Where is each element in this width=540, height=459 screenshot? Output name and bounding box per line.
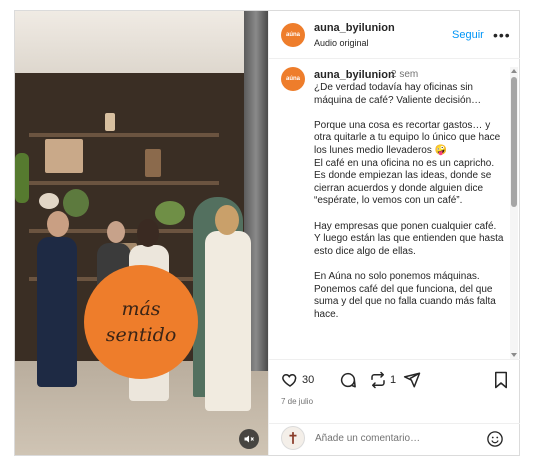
save-button[interactable] — [493, 371, 509, 389]
comment-bubble-icon — [340, 372, 356, 388]
like-button[interactable]: 30 — [281, 371, 314, 389]
shelf — [29, 133, 219, 137]
viewer-avatar — [281, 426, 305, 450]
overlay-text-line1: más — [121, 298, 161, 320]
repost-button[interactable]: 1 — [369, 371, 396, 389]
shelf-plant — [155, 201, 185, 225]
avatar-logo-text: aúna — [285, 32, 300, 38]
scroll-down-arrow[interactable] — [511, 353, 517, 357]
shelf-artwork — [45, 139, 83, 173]
person-woman-right-head — [215, 205, 239, 235]
shelf — [29, 181, 219, 185]
profile-avatar[interactable]: aúna — [281, 23, 305, 47]
shelf-plant — [63, 189, 89, 217]
more-options-button[interactable]: ••• — [493, 27, 511, 43]
shelf-object — [145, 149, 161, 177]
cross-figure-icon — [289, 432, 297, 444]
person-woman-center-head — [137, 219, 159, 247]
emoji-smile-icon — [487, 431, 503, 447]
caption-area: aúna auna_byilunion 2 sem ¿De verdad tod… — [269, 59, 520, 359]
action-bar: 30 1 7 de julio — [269, 359, 520, 409]
scroll-up-arrow[interactable] — [511, 69, 517, 73]
person-left — [37, 237, 77, 387]
caption-username[interactable]: auna_byilunion — [314, 69, 395, 81]
avatar-logo-text: aúna — [285, 76, 300, 82]
scrollbar-thumb[interactable] — [511, 77, 517, 207]
follow-button[interactable]: Seguir — [452, 29, 484, 41]
emoji-button[interactable] — [486, 430, 504, 453]
comment-button[interactable] — [339, 371, 357, 389]
person-left-head — [47, 211, 69, 237]
paper-plane-icon — [403, 372, 421, 388]
speaker-muted-icon — [244, 435, 254, 443]
add-comment-bar — [269, 423, 520, 455]
overlay-badge: más sentido — [84, 265, 198, 379]
bookmark-icon — [495, 371, 507, 389]
like-count: 30 — [302, 374, 315, 386]
person-middle-head — [107, 221, 125, 243]
caption-text: ¿De verdad todavía hay oficinas sin máqu… — [314, 82, 504, 320]
header-username[interactable]: auna_byilunion — [314, 22, 395, 34]
overlay-text-line2: sentido — [105, 324, 177, 346]
caption-timestamp: 2 sem — [391, 69, 419, 80]
instagram-post: más sentido aúna auna_byilunion Audio or… — [14, 10, 520, 456]
post-date[interactable]: 7 de julio — [281, 397, 313, 406]
mute-button[interactable] — [239, 429, 259, 449]
post-video[interactable]: más sentido — [15, 11, 268, 455]
heart-icon — [282, 373, 297, 387]
caption-avatar[interactable]: aúna — [281, 67, 305, 91]
shelf-vase — [105, 113, 115, 131]
repost-count: 1 — [390, 374, 397, 386]
share-button[interactable] — [403, 371, 421, 389]
repost-icon — [371, 371, 385, 389]
caption-scrollbar[interactable] — [510, 67, 518, 359]
comment-input[interactable] — [315, 430, 475, 446]
shelf-plant — [15, 153, 29, 203]
post-details-panel: aúna auna_byilunion Audio original Segui… — [268, 11, 520, 455]
shelf-bowl — [39, 193, 59, 209]
person-woman-right — [205, 231, 251, 411]
audio-label[interactable]: Audio original — [314, 38, 369, 48]
post-header: aúna auna_byilunion Audio original Segui… — [269, 11, 520, 59]
